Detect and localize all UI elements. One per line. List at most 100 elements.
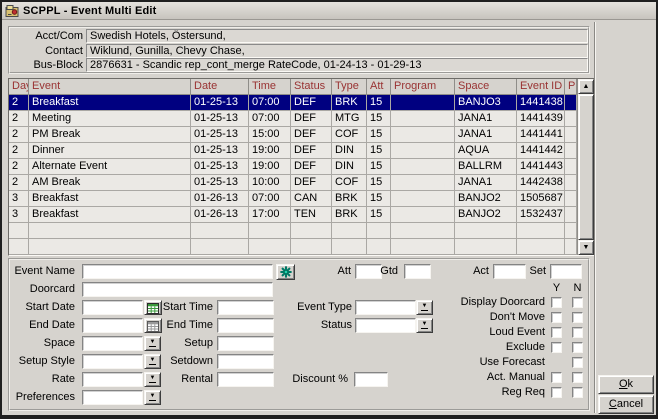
dont-move-yes-checkbox[interactable]: [551, 312, 562, 323]
use-forecast-no-checkbox[interactable]: [572, 357, 583, 368]
cancel-button[interactable]: Cancel: [598, 395, 654, 414]
cell: 01-25-13: [191, 111, 249, 127]
cell: 15: [367, 175, 391, 191]
loud-event-label: Loud Event: [415, 327, 545, 338]
cell: BALLRM: [455, 159, 517, 175]
cell: 07:00: [249, 191, 291, 207]
set-input[interactable]: [550, 264, 582, 279]
scrollbar-down-button[interactable]: ▼: [578, 240, 594, 255]
rate-input[interactable]: [82, 372, 143, 387]
discount-input[interactable]: [354, 372, 388, 387]
cell: [391, 239, 455, 255]
table-row[interactable]: 3Breakfast01-26-1317:00TENBRK15BANJO2153…: [9, 207, 594, 223]
exclude-no-checkbox[interactable]: [572, 342, 583, 353]
reg-req-label: Reg Req: [415, 387, 545, 398]
event-table: DayEventDateTimeStatusTypeAttProgramSpac…: [8, 78, 595, 256]
status-input[interactable]: [355, 318, 416, 333]
gtd-input[interactable]: [404, 264, 431, 279]
cell: 3: [9, 191, 29, 207]
cell: [191, 223, 249, 239]
table-row[interactable]: 2Alternate Event01-25-1319:00DEFDIN15BAL…: [9, 159, 594, 175]
preferences-dropdown-button[interactable]: ▼: [144, 390, 161, 405]
scrollbar-up-button[interactable]: ▲: [578, 79, 594, 94]
reg-req-yes-checkbox[interactable]: [551, 387, 562, 398]
cell: 1441442: [517, 143, 565, 159]
ok-button[interactable]: Ok: [598, 375, 654, 394]
display-doorcard-no-checkbox[interactable]: [572, 297, 583, 308]
cell: [565, 159, 577, 175]
cell: 17:00: [249, 207, 291, 223]
cell: Breakfast: [29, 191, 191, 207]
end-time-input[interactable]: [217, 318, 274, 333]
cell: BANJO3: [455, 95, 517, 111]
act-label: Act: [459, 264, 489, 279]
dont-move-no-checkbox[interactable]: [572, 312, 583, 323]
act-manual-yes-checkbox[interactable]: [551, 372, 562, 383]
cell: [391, 175, 455, 191]
cell: AM Break: [29, 175, 191, 191]
cell: [9, 223, 29, 239]
cell: 15: [367, 143, 391, 159]
cell: BANJO2: [455, 207, 517, 223]
doorcard-input[interactable]: [82, 282, 273, 297]
rental-input[interactable]: [217, 372, 274, 387]
event-name-lov-button[interactable]: [276, 264, 295, 280]
cell: CAN: [291, 191, 332, 207]
preferences-input[interactable]: [82, 390, 143, 405]
rental-label: Rental: [150, 372, 213, 387]
cell: [29, 223, 191, 239]
display-doorcard-yes-checkbox[interactable]: [551, 297, 562, 308]
column-header-program: Program: [391, 79, 455, 95]
scrollbar-thumb[interactable]: [578, 94, 594, 240]
space-input[interactable]: [82, 336, 143, 351]
table-row[interactable]: 2AM Break01-25-1310:00DEFCOF15JANA114424…: [9, 175, 594, 191]
exclude-yes-checkbox[interactable]: [551, 342, 562, 353]
cell: 1441443: [517, 159, 565, 175]
column-header-type: Type: [332, 79, 367, 95]
cell: DEF: [291, 111, 332, 127]
cell: DEF: [291, 95, 332, 111]
start-date-label: Start Date: [6, 300, 75, 315]
title-bar[interactable]: SCPPL - Event Multi Edit: [2, 2, 656, 20]
gtd-label: Gtd: [368, 264, 398, 279]
setup-style-input[interactable]: [82, 354, 143, 369]
start-time-input[interactable]: [217, 300, 274, 315]
table-row[interactable]: 2Dinner01-25-1319:00DEFDIN15AQUA1441442: [9, 143, 594, 159]
event-name-input[interactable]: [82, 264, 273, 279]
event-type-input[interactable]: [355, 300, 416, 315]
display-doorcard-label: Display Doorcard: [415, 297, 545, 308]
vertical-scrollbar[interactable]: ▲ ▼: [577, 79, 594, 255]
cell: 1532437: [517, 207, 565, 223]
reg-req-no-checkbox[interactable]: [572, 387, 583, 398]
cell: 07:00: [249, 111, 291, 127]
cell: [565, 143, 577, 159]
start-date-input[interactable]: [82, 300, 143, 315]
event-table-header: DayEventDateTimeStatusTypeAttProgramSpac…: [9, 79, 594, 95]
loud-event-no-checkbox[interactable]: [572, 327, 583, 338]
table-row[interactable]: 2Meeting01-25-1307:00DEFMTG15JANA1144143…: [9, 111, 594, 127]
cell: [517, 239, 565, 255]
loud-event-yes-checkbox[interactable]: [551, 327, 562, 338]
act-manual-no-checkbox[interactable]: [572, 372, 583, 383]
setdown-input[interactable]: [217, 354, 274, 369]
cell: [191, 239, 249, 255]
end-date-input[interactable]: [82, 318, 143, 333]
setup-input[interactable]: [217, 336, 274, 351]
cell: BANJO2: [455, 191, 517, 207]
flower-lov-icon: [280, 266, 292, 278]
cell: 01-26-13: [191, 207, 249, 223]
cell: 15: [367, 191, 391, 207]
cell: [565, 191, 577, 207]
table-row[interactable]: 2Breakfast01-25-1307:00DEFBRK15BANJO3144…: [9, 95, 594, 111]
cell: DIN: [332, 143, 367, 159]
cell: 15: [367, 207, 391, 223]
cell: 1441439: [517, 111, 565, 127]
table-row[interactable]: 2PM Break01-25-1315:00DEFCOF15JANA114414…: [9, 127, 594, 143]
column-header-event-id: Event ID: [517, 79, 565, 95]
cell: DEF: [291, 159, 332, 175]
doorcard-label: Doorcard: [6, 282, 75, 297]
table-row[interactable]: 3Breakfast01-26-1307:00CANBRK15BANJO2150…: [9, 191, 594, 207]
cell: [565, 95, 577, 111]
acct-com-label: Acct/Com: [12, 29, 83, 43]
cell: [367, 239, 391, 255]
